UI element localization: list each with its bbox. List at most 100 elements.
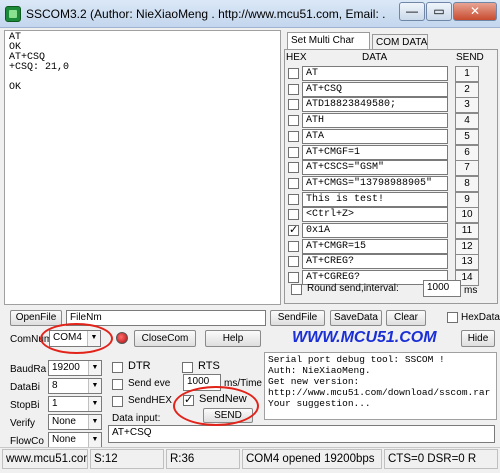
column-header-data: DATA xyxy=(362,52,388,63)
data-bits-value: 8 xyxy=(52,380,58,391)
verify-select[interactable]: None ▼ xyxy=(48,414,102,430)
round-interval-input[interactable]: 1000 xyxy=(423,280,461,297)
flow-control-select[interactable]: None ▼ xyxy=(48,432,102,448)
row-data-input[interactable]: AT+CSQ xyxy=(302,82,448,97)
minimize-button[interactable]: — xyxy=(399,2,425,21)
clear-button[interactable]: Clear xyxy=(386,310,426,326)
round-send-checkbox[interactable] xyxy=(291,284,302,295)
verify-value: None xyxy=(52,416,76,427)
row-hex-checkbox[interactable] xyxy=(288,241,299,252)
row-hex-checkbox[interactable] xyxy=(288,147,299,158)
row-send-button[interactable]: 7 xyxy=(455,160,479,176)
row-send-button[interactable]: 3 xyxy=(455,97,479,113)
row-data-input[interactable]: AT xyxy=(302,66,448,81)
status-signals: CTS=0 DSR=0 R xyxy=(384,449,498,469)
port-status-indicator-icon xyxy=(116,332,128,344)
row-data-input[interactable]: <Ctrl+Z> xyxy=(302,207,448,222)
row-hex-checkbox[interactable] xyxy=(288,256,299,267)
chevron-down-icon: ▼ xyxy=(88,397,101,411)
send-file-button[interactable]: SendFile xyxy=(270,310,325,326)
dtr-checkbox[interactable] xyxy=(112,362,123,373)
baud-rate-value: 19200 xyxy=(52,362,80,373)
hide-button[interactable]: Hide xyxy=(461,330,495,347)
send-every-label: Send eve xyxy=(128,378,171,389)
status-received-count: R:36 xyxy=(166,449,240,469)
row-send-button[interactable]: 11 xyxy=(455,223,479,239)
data-input-field[interactable]: AT+CSQ xyxy=(108,425,495,443)
chevron-down-icon: ▼ xyxy=(88,361,101,375)
rts-checkbox[interactable] xyxy=(182,362,193,373)
chevron-down-icon: ▼ xyxy=(88,433,101,447)
flow-control-value: None xyxy=(52,434,76,445)
baud-rate-label: BaudRa xyxy=(10,364,47,375)
row-hex-checkbox[interactable] xyxy=(288,84,299,95)
row-data-input[interactable]: ATH xyxy=(302,113,448,128)
row-hex-checkbox[interactable] xyxy=(288,223,299,236)
stop-bits-value: 1 xyxy=(52,398,58,409)
close-com-button[interactable]: CloseCom xyxy=(134,330,196,347)
chevron-down-icon: ▼ xyxy=(88,415,101,429)
round-send-label: Round send,interval: xyxy=(307,283,399,294)
tab-com-data[interactable]: COM DATA xyxy=(372,34,428,49)
row-send-button[interactable]: 12 xyxy=(455,239,479,255)
row-data-input[interactable]: This is test! xyxy=(302,192,448,207)
hex-data-checkbox[interactable] xyxy=(447,312,458,323)
column-header-hex: HEX xyxy=(286,52,307,63)
row-data-input[interactable]: 0x1A xyxy=(302,223,448,238)
data-bits-label: DataBi xyxy=(10,382,41,393)
help-button[interactable]: Help xyxy=(205,330,261,347)
row-send-button[interactable]: 9 xyxy=(455,192,479,208)
receive-textarea[interactable]: AT OK AT+CSQ +CSQ: 21,0 OK xyxy=(4,30,281,305)
row-data-input[interactable]: ATA xyxy=(302,129,448,144)
annotation-circle-send-new xyxy=(173,386,259,426)
row-send-button[interactable]: 5 xyxy=(455,129,479,145)
flow-control-label: FlowCo xyxy=(10,436,44,447)
status-site: www.mcu51.com xyxy=(2,449,88,469)
row-send-button[interactable]: 10 xyxy=(455,207,479,223)
save-data-button[interactable]: SaveData xyxy=(330,310,382,326)
info-panel: Serial port debug tool: SSCOM ! Auth: Ni… xyxy=(264,352,497,420)
row-hex-checkbox[interactable] xyxy=(288,272,299,283)
banner-link[interactable]: WWW.MCU51.COM xyxy=(292,329,437,347)
hex-data-label: HexData xyxy=(461,312,500,323)
row-send-button[interactable]: 13 xyxy=(455,254,479,270)
stop-bits-label: StopBi xyxy=(10,400,40,411)
verify-label: Verify xyxy=(10,418,36,429)
row-data-input[interactable]: AT+CSCS="GSM" xyxy=(302,160,448,175)
window-title: SSCOM3.2 (Author: NieXiaoMeng . http://w… xyxy=(26,7,386,21)
row-data-input[interactable]: AT+CMGF=1 xyxy=(302,145,448,160)
dtr-label: DTR xyxy=(128,360,151,372)
row-hex-checkbox[interactable] xyxy=(288,131,299,142)
row-hex-checkbox[interactable] xyxy=(288,115,299,126)
row-send-button[interactable]: 6 xyxy=(455,145,479,161)
row-hex-checkbox[interactable] xyxy=(288,162,299,173)
baud-rate-select[interactable]: 19200 ▼ xyxy=(48,360,102,376)
send-hex-checkbox[interactable] xyxy=(112,396,123,407)
status-port: COM4 opened 19200bps xyxy=(242,449,382,469)
row-hex-checkbox[interactable] xyxy=(288,209,299,220)
column-header-send: SEND xyxy=(456,52,484,63)
app-icon xyxy=(5,6,21,22)
row-data-input[interactable]: AT+CMGS="13798988905" xyxy=(302,176,448,191)
row-hex-checkbox[interactable] xyxy=(288,178,299,189)
row-data-input[interactable]: AT+CMGR=15 xyxy=(302,239,448,254)
row-hex-checkbox[interactable] xyxy=(288,68,299,79)
row-send-button[interactable]: 2 xyxy=(455,82,479,98)
row-hex-checkbox[interactable] xyxy=(288,99,299,110)
row-data-input[interactable]: AT+CREG? xyxy=(302,254,448,269)
row-hex-checkbox[interactable] xyxy=(288,194,299,205)
row-send-button[interactable]: 1 xyxy=(455,66,479,82)
data-bits-select[interactable]: 8 ▼ xyxy=(48,378,102,394)
send-every-checkbox[interactable] xyxy=(112,379,123,390)
maximize-button[interactable]: ▭ xyxy=(426,2,452,21)
stop-bits-select[interactable]: 1 ▼ xyxy=(48,396,102,412)
open-file-button[interactable]: OpenFile xyxy=(10,310,62,326)
chevron-down-icon: ▼ xyxy=(88,379,101,393)
row-send-button[interactable]: 4 xyxy=(455,113,479,129)
file-name-input[interactable]: FileNm xyxy=(66,310,266,326)
close-window-button[interactable]: ✕ xyxy=(453,2,497,21)
row-data-input[interactable]: ATD18823849580; xyxy=(302,97,448,112)
row-send-button[interactable]: 8 xyxy=(455,176,479,192)
title-bar[interactable]: SSCOM3.2 (Author: NieXiaoMeng . http://w… xyxy=(0,0,500,28)
tab-set-multi-char[interactable]: Set Multi Char xyxy=(287,32,370,49)
